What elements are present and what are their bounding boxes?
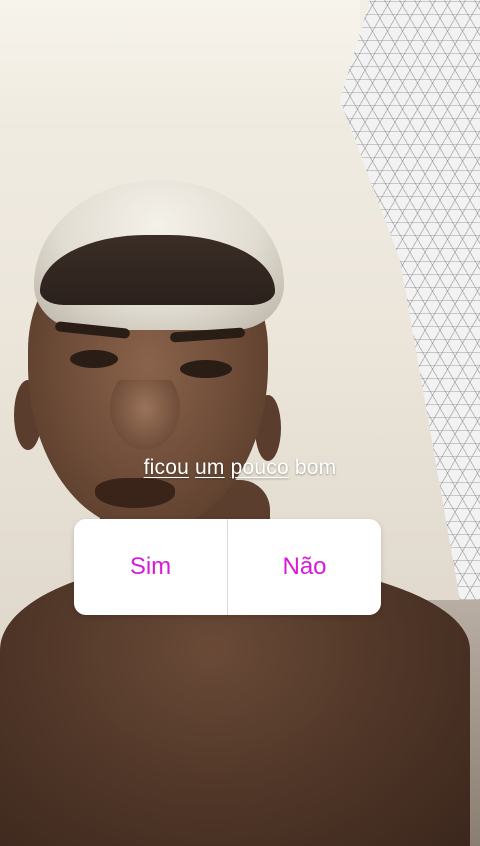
person-eye-right (180, 360, 232, 378)
poll-sticker: Sim Não (74, 519, 381, 615)
poll-option-no[interactable]: Não (228, 519, 381, 615)
poll-option-yes[interactable]: Sim (74, 519, 227, 615)
person-mouth (95, 478, 175, 508)
caption-word: ficou (143, 456, 189, 479)
person-eye-left (70, 350, 118, 368)
story-caption: ficou um pouco bom (0, 456, 480, 480)
person-nose (110, 380, 180, 450)
caption-word: pouco (230, 456, 289, 479)
caption-word: bom (294, 456, 337, 479)
story-screen: ficou um pouco bom Sim Não (0, 0, 480, 846)
caption-word: um (195, 456, 225, 479)
ceiling-area (0, 0, 360, 130)
